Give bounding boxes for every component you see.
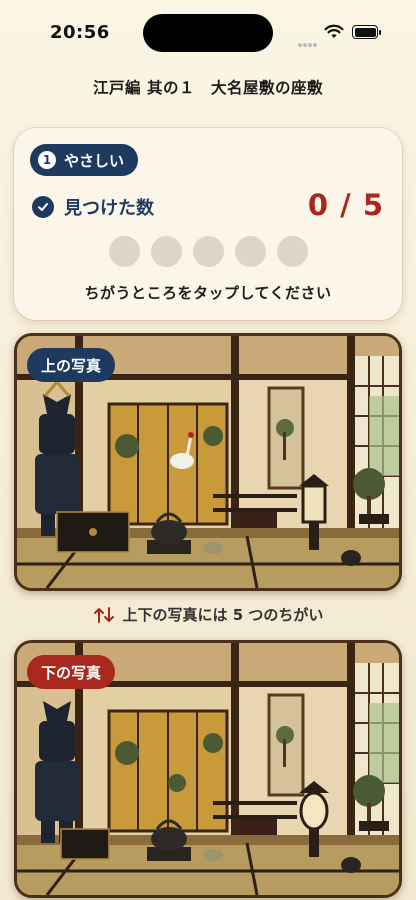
found-indicator-dot	[193, 236, 224, 267]
wifi-icon	[324, 24, 344, 38]
found-indicator-dot	[277, 236, 308, 267]
battery-icon	[352, 25, 381, 39]
check-circle-icon	[32, 196, 54, 218]
dynamic-island	[143, 14, 273, 52]
score-counter: 0 / 5	[307, 188, 384, 222]
top-photo[interactable]: 上の写真	[14, 333, 402, 591]
page-title: 江戸編 其の１ 大名屋敷の座敷	[93, 79, 323, 97]
found-indicator-dot	[109, 236, 140, 267]
swap-vertical-icon	[93, 606, 114, 623]
progress-card: 1 やさしい 見つけた数 0 / 5 ちがうところをタップしてください	[14, 128, 402, 320]
found-indicator-dots	[109, 236, 308, 267]
difficulty-number: 1	[38, 151, 56, 169]
difference-note: 上下の写真には 5 つのちがい	[0, 604, 416, 625]
difference-note-text: 上下の写真には 5 つのちがい	[122, 606, 324, 624]
found-indicator-dot	[151, 236, 182, 267]
status-bar: 20:56	[0, 0, 416, 62]
hint-text: ちがうところをタップしてください	[84, 284, 332, 302]
bottom-photo[interactable]: 下の写真	[14, 640, 402, 898]
found-label: 見つけた数	[64, 198, 154, 219]
signal-icon	[298, 32, 320, 47]
difficulty-badge: 1 やさしい	[30, 144, 139, 176]
top-photo-label: 上の写真	[27, 348, 116, 382]
bottom-photo-label: 下の写真	[27, 655, 116, 689]
found-indicator-dot	[235, 236, 266, 267]
status-time: 20:56	[50, 22, 110, 43]
difficulty-label: やさしい	[64, 151, 125, 170]
found-row: 見つけた数	[32, 194, 154, 220]
